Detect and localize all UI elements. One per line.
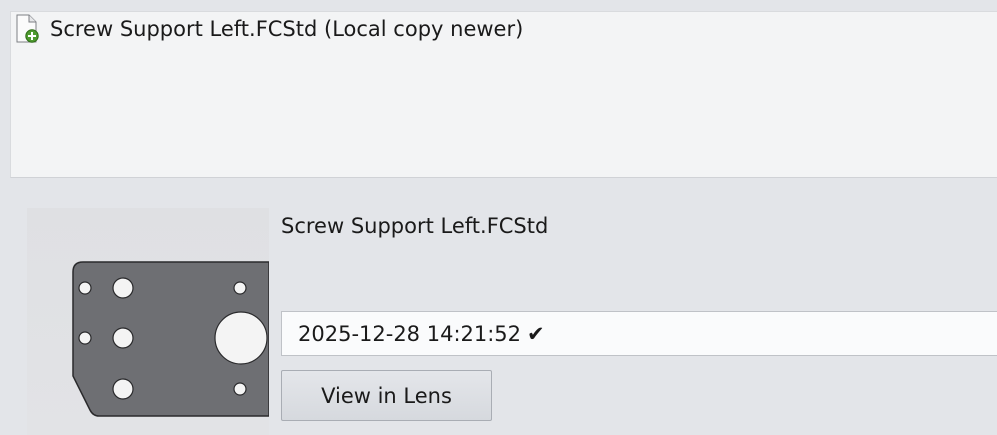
version-select[interactable]: 2025-12-28 14:21:52 ✔ [281, 311, 997, 356]
file-header [14, 14, 40, 44]
version-filename: Screw Support Left.FCStd [281, 214, 549, 238]
file-version-card: Screw Support Left.FCStd 2025-12-28 14:2… [27, 208, 997, 435]
version-timestamp: 2025-12-28 14:21:52 [298, 321, 522, 346]
part-thumbnail [27, 208, 269, 435]
checkmark-icon: ✔ [527, 321, 545, 346]
file-status-title: Screw Support Left.FCStd (Local copy new… [50, 17, 524, 41]
new-file-icon [14, 14, 40, 44]
view-in-lens-button[interactable]: View in Lens [281, 370, 492, 421]
